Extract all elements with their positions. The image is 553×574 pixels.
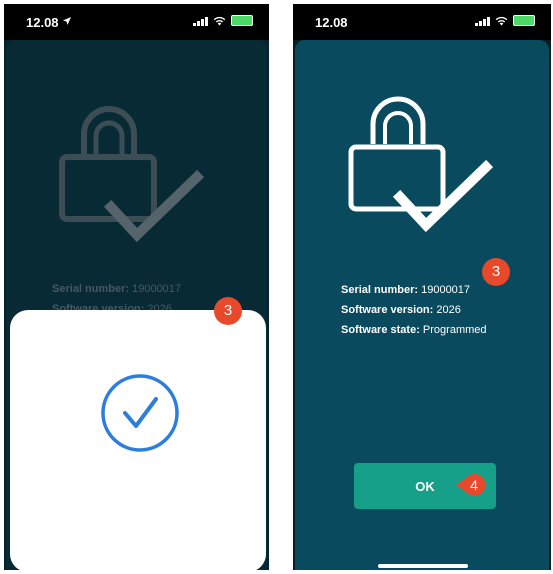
lock-check-icon bbox=[49, 99, 209, 249]
lock-check-icon bbox=[338, 89, 498, 239]
battery-charging-icon bbox=[513, 15, 535, 26]
wifi-icon bbox=[495, 16, 508, 25]
step-badge-4-pointer: 4 bbox=[456, 474, 486, 496]
status-icons bbox=[475, 15, 535, 26]
serial-value: 19000017 bbox=[132, 283, 182, 295]
signal-icon bbox=[193, 16, 208, 26]
success-popup bbox=[10, 310, 266, 570]
status-time: 12.08 bbox=[315, 15, 348, 30]
device-info: Serial number: 19000017 Software version… bbox=[341, 284, 487, 336]
home-indicator bbox=[378, 564, 468, 568]
location-arrow-icon bbox=[63, 17, 71, 25]
signal-icon bbox=[475, 16, 490, 26]
status-bar: 12.08 bbox=[293, 4, 551, 40]
status-time: 12.08 bbox=[26, 15, 59, 30]
serial-value: 19000017 bbox=[421, 284, 471, 296]
phone-left: 12.08 Serial number: 19000017 Software v… bbox=[4, 4, 269, 570]
status-icons bbox=[193, 15, 253, 26]
wifi-icon bbox=[213, 16, 226, 25]
check-circle-icon bbox=[101, 374, 179, 452]
step-badge-3-left: 3 bbox=[214, 297, 242, 325]
ok-badge-text: 4 bbox=[470, 477, 478, 493]
software-version-value: 2026 bbox=[436, 304, 461, 316]
status-bar: 12.08 bbox=[4, 4, 269, 40]
software-state-value: Programmed bbox=[422, 324, 487, 336]
step-badge-3-right: 3 bbox=[482, 258, 510, 286]
battery-charging-icon bbox=[231, 15, 253, 26]
